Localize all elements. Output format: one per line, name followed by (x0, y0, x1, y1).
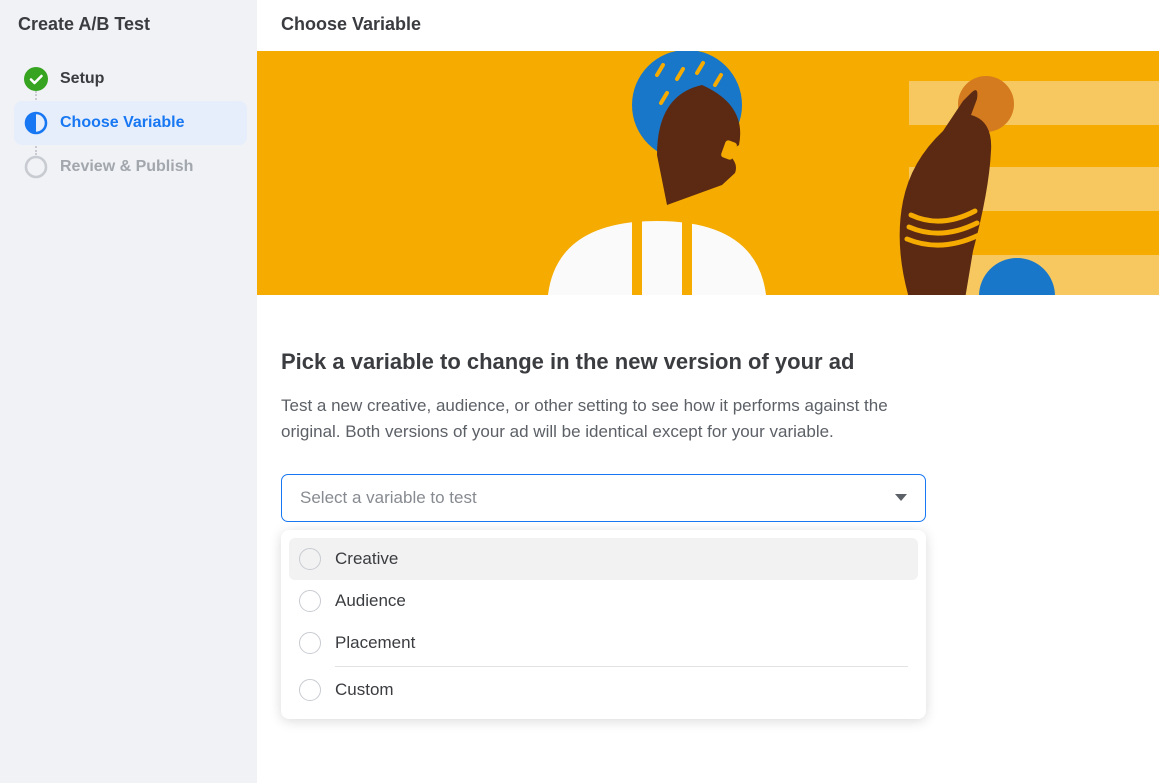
hero-illustration (257, 51, 1159, 295)
step-label: Setup (60, 70, 104, 88)
section-description: Test a new creative, audience, or other … (281, 393, 931, 446)
option-placement[interactable]: Placement (289, 622, 918, 664)
variable-dropdown: Creative Audience Placement Custom (281, 530, 926, 719)
step-label: Choose Variable (60, 114, 185, 132)
step-list: Setup Choose Variable Review & Publish (14, 57, 247, 189)
half-circle-icon (24, 111, 48, 135)
sidebar-title: Create A/B Test (14, 14, 247, 35)
empty-circle-icon (24, 155, 48, 179)
section-title: Pick a variable to change in the new ver… (281, 349, 1135, 375)
step-setup[interactable]: Setup (14, 57, 247, 101)
radio-icon (299, 548, 321, 570)
radio-icon (299, 590, 321, 612)
step-choose-variable[interactable]: Choose Variable (14, 101, 247, 145)
option-label: Audience (335, 591, 406, 611)
dropdown-separator (335, 666, 908, 667)
option-label: Custom (335, 680, 394, 700)
main-panel: Choose Variable (257, 0, 1159, 783)
content-area: Pick a variable to change in the new ver… (257, 295, 1159, 719)
option-custom[interactable]: Custom (289, 669, 918, 711)
radio-icon (299, 632, 321, 654)
variable-select[interactable]: Select a variable to test (281, 474, 926, 522)
check-circle-icon (24, 67, 48, 91)
page-title: Choose Variable (257, 0, 1159, 51)
sidebar: Create A/B Test Setup Choose Variable (0, 0, 257, 783)
option-label: Creative (335, 549, 398, 569)
step-review-publish[interactable]: Review & Publish (14, 145, 247, 189)
option-creative[interactable]: Creative (289, 538, 918, 580)
option-audience[interactable]: Audience (289, 580, 918, 622)
step-label: Review & Publish (60, 158, 193, 176)
radio-icon (299, 679, 321, 701)
caret-down-icon (895, 494, 907, 501)
select-placeholder: Select a variable to test (300, 488, 477, 508)
option-label: Placement (335, 633, 415, 653)
